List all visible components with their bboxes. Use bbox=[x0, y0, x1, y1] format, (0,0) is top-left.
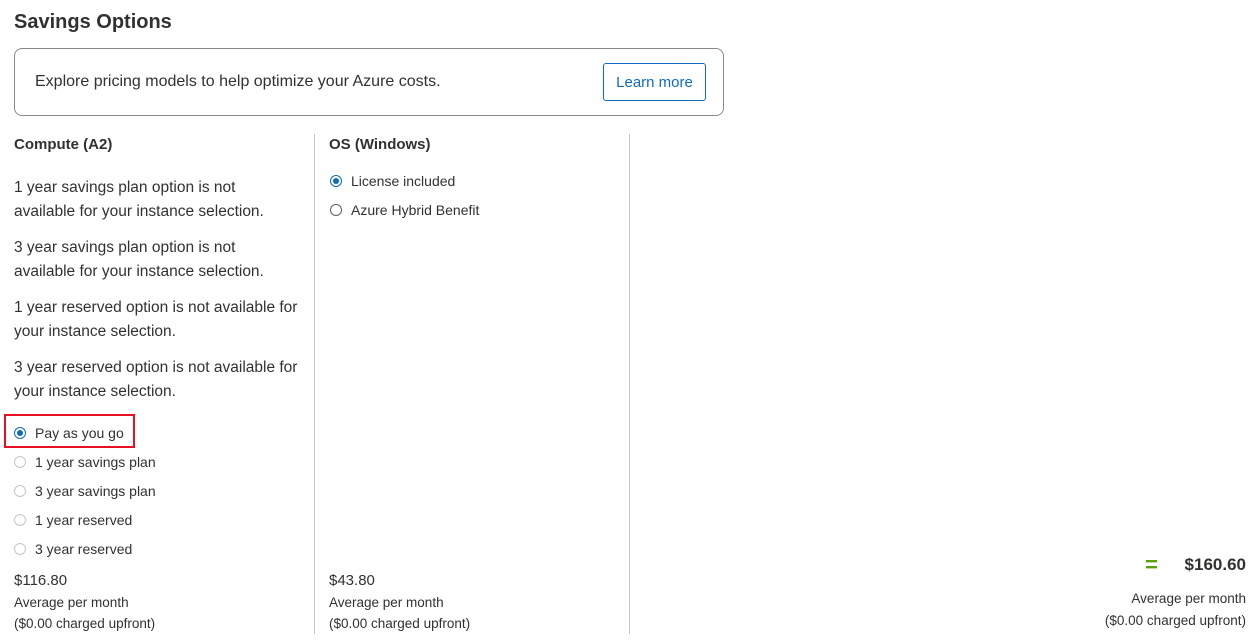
compute-heading: Compute (A2) bbox=[14, 136, 113, 153]
radio-label: 1 year savings plan bbox=[35, 454, 156, 470]
compute-note: 3 year reserved option is not available … bbox=[14, 359, 298, 400]
radio-1-year-savings-plan[interactable]: 1 year savings plan bbox=[14, 452, 156, 472]
radio-label: 1 year reserved bbox=[35, 512, 133, 528]
info-banner: Explore pricing models to help optimize … bbox=[14, 48, 724, 116]
radio-unselected-icon[interactable] bbox=[14, 456, 26, 468]
compute-note: 1 year savings plan option is not availa… bbox=[14, 179, 264, 220]
equals-icon: = bbox=[1145, 552, 1158, 577]
total-price: $160.60 bbox=[1184, 555, 1246, 574]
compute-note: 1 year reserved option is not available … bbox=[14, 299, 298, 340]
page-title: Savings Options bbox=[14, 11, 172, 33]
total-price-caption: Average per month bbox=[1131, 591, 1246, 606]
radio-3-year-reserved[interactable]: 3 year reserved bbox=[14, 539, 132, 559]
column-divider bbox=[314, 134, 315, 634]
radio-selected-icon[interactable] bbox=[330, 175, 342, 187]
compute-upfront: ($0.00 charged upfront) bbox=[14, 616, 156, 631]
os-price: $43.80 bbox=[329, 572, 375, 589]
learn-more-button[interactable]: Learn more bbox=[603, 63, 706, 101]
os-heading: OS (Windows) bbox=[329, 136, 431, 153]
compute-price: $116.80 bbox=[14, 572, 68, 589]
column-divider bbox=[629, 134, 630, 634]
radio-3-year-savings-plan[interactable]: 3 year savings plan bbox=[14, 481, 156, 501]
radio-license-included[interactable]: License included bbox=[330, 171, 455, 191]
compute-note: 3 year savings plan option is not availa… bbox=[14, 239, 264, 280]
total-upfront: ($0.00 charged upfront) bbox=[1104, 613, 1246, 628]
banner-text: Explore pricing models to help optimize … bbox=[35, 73, 441, 90]
radio-unselected-icon[interactable] bbox=[330, 204, 342, 216]
radio-1-year-reserved[interactable]: 1 year reserved bbox=[14, 510, 132, 530]
radio-unselected-icon[interactable] bbox=[14, 485, 26, 497]
os-price-caption: Average per month bbox=[329, 595, 444, 610]
radio-label: 3 year savings plan bbox=[35, 483, 156, 499]
radio-unselected-icon[interactable] bbox=[14, 514, 26, 526]
os-upfront: ($0.00 charged upfront) bbox=[329, 616, 471, 631]
radio-label: 3 year reserved bbox=[35, 541, 133, 557]
selection-highlight-box bbox=[4, 414, 135, 448]
radio-label: License included bbox=[351, 173, 456, 189]
compute-price-caption: Average per month bbox=[14, 595, 129, 610]
radio-unselected-icon[interactable] bbox=[14, 543, 26, 555]
radio-label: Azure Hybrid Benefit bbox=[351, 202, 480, 218]
radio-azure-hybrid-benefit[interactable]: Azure Hybrid Benefit bbox=[330, 200, 479, 220]
